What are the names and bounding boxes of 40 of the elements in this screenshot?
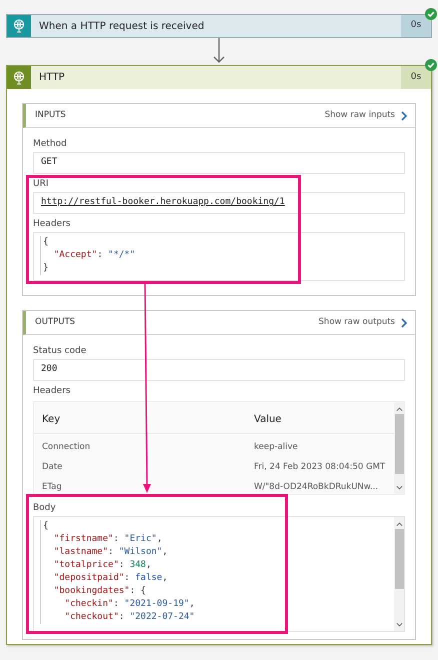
- scrollbar[interactable]: [394, 402, 404, 494]
- section-title: INPUTS: [35, 109, 66, 122]
- duration: 0s: [410, 19, 422, 32]
- trigger-card[interactable]: When a HTTP request is received 0s: [6, 14, 432, 38]
- table-cell: Fri, 24 Feb 2023 08:04:50 GMT: [254, 462, 386, 472]
- table-cell: Connection: [42, 442, 90, 452]
- code-line: }: [40, 262, 404, 275]
- column-header: Value: [254, 414, 282, 425]
- globe-icon: [13, 19, 25, 33]
- chevron-right-icon[interactable]: [401, 318, 407, 328]
- column-header: Key: [42, 414, 60, 425]
- scroll-down-icon[interactable]: [396, 485, 402, 491]
- uri-link[interactable]: http://restful-booker.herokuapp.com/booking/1: [41, 196, 285, 210]
- field-label: Body: [33, 502, 56, 516]
- duration: 0s: [410, 70, 422, 84]
- field-label: Headers: [33, 385, 70, 398]
- chevron-right-icon[interactable]: [401, 110, 407, 120]
- field-label: Status code: [33, 345, 86, 358]
- card-title: When a HTTP request is received: [39, 20, 204, 34]
- field-value: 200: [41, 363, 58, 376]
- scroll-up-icon[interactable]: [396, 406, 402, 412]
- code-line: {: [40, 236, 404, 249]
- field-label: Headers: [33, 218, 70, 232]
- table-cell: W/"8d-OD24RoBkDRukUNw...: [254, 482, 378, 492]
- field-label: URI: [33, 178, 48, 192]
- table-cell: ETag: [42, 482, 62, 492]
- globe-icon: [13, 70, 25, 84]
- scroll-down-icon[interactable]: [396, 622, 402, 628]
- table-cell: Date: [42, 462, 62, 472]
- show-raw-link[interactable]: Show raw outputs: [318, 316, 395, 329]
- section-title: OUTPUTS: [35, 316, 76, 329]
- scroll-up-icon[interactable]: [396, 521, 402, 527]
- code-line: "Accept": "*/*": [40, 249, 404, 262]
- scrollbar[interactable]: [394, 517, 404, 631]
- flow-arrow: [213, 38, 225, 65]
- field-value: GET: [41, 156, 58, 170]
- table-cell: keep-alive: [254, 442, 298, 452]
- show-raw-link[interactable]: Show raw inputs: [324, 109, 395, 122]
- field-label: Method: [33, 138, 67, 152]
- card-title: HTTP: [39, 71, 65, 85]
